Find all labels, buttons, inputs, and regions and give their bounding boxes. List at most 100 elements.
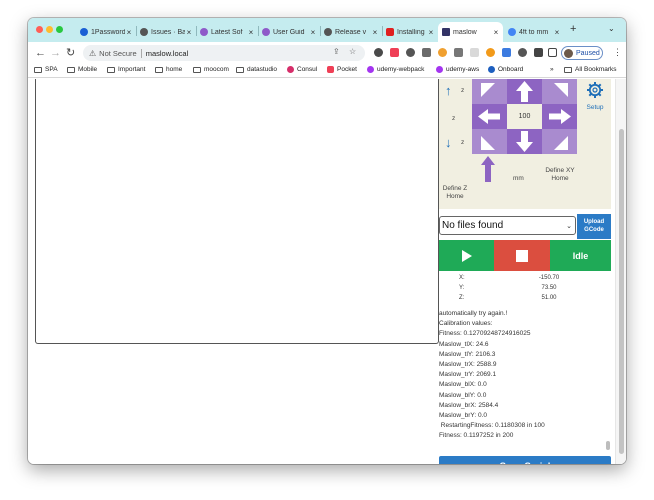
- bookmark-all-bookmarks[interactable]: All Bookmarks: [564, 66, 617, 73]
- tab-user-guide[interactable]: User Guid ×: [258, 22, 320, 42]
- extension-icon[interactable]: [502, 48, 511, 57]
- play-button[interactable]: [439, 240, 494, 271]
- puzzle-extensions-icon[interactable]: [534, 48, 543, 57]
- divider-extension-icon[interactable]: [470, 48, 479, 57]
- url-text[interactable]: maslow.local: [146, 49, 189, 58]
- jog-left-button[interactable]: [472, 104, 507, 129]
- address-bar[interactable]: ⚠ Not Secure maslow.local ⇪ ☆: [83, 45, 365, 61]
- camera-extension-icon[interactable]: [454, 48, 463, 57]
- github-extension-icon[interactable]: [518, 48, 527, 57]
- page-scrollbar[interactable]: [615, 79, 626, 464]
- serial-log[interactable]: automatically try again.! Calibration va…: [439, 309, 604, 452]
- jog-step-value[interactable]: 100: [507, 104, 542, 129]
- close-tab-icon[interactable]: ×: [309, 28, 317, 37]
- tab-maslow[interactable]: maslow ×: [438, 22, 503, 42]
- tab-installing[interactable]: Installing ×: [382, 22, 438, 42]
- log-line: Maslow_trX: 2588.9: [439, 361, 497, 369]
- folder-icon: [236, 66, 244, 73]
- z-down-arrow-icon[interactable]: ↓: [445, 135, 452, 150]
- share-icon[interactable]: ⇪: [333, 47, 340, 56]
- forward-button[interactable]: →: [50, 46, 61, 60]
- folder-icon: [67, 66, 75, 73]
- bookmark-onboard[interactable]: Onboard: [488, 66, 523, 73]
- tab-latest-software[interactable]: Latest Sof ×: [196, 22, 258, 42]
- log-scrollbar-thumb[interactable]: [606, 441, 610, 450]
- log-scrollbar[interactable]: [605, 309, 611, 452]
- tab-4ft-to-mm[interactable]: 4ft to mm ×: [504, 22, 564, 42]
- bookmark-consul[interactable]: Consul: [287, 66, 317, 73]
- jog-down-right-button[interactable]: [542, 129, 577, 154]
- bookmark-datastudio[interactable]: datastudio: [236, 66, 277, 73]
- close-tab-icon[interactable]: ×: [427, 28, 435, 37]
- close-tab-icon[interactable]: ×: [125, 28, 133, 37]
- minimize-window-button[interactable]: [46, 26, 53, 33]
- close-window-button[interactable]: [36, 26, 43, 33]
- step-up-arrow-icon[interactable]: [480, 156, 496, 182]
- extension-icon[interactable]: [486, 48, 495, 57]
- profile-button[interactable]: Paused: [561, 46, 603, 60]
- arrow-up-right-icon: [554, 83, 568, 97]
- stop-button[interactable]: [494, 240, 550, 271]
- bookmarks-overflow-chevron[interactable]: »: [550, 66, 554, 73]
- status-button[interactable]: Idle: [550, 240, 611, 271]
- tab-issues[interactable]: Issues · Ba ×: [136, 22, 196, 42]
- password-extension-icon[interactable]: [374, 48, 383, 57]
- bookmark-udemy-webpack[interactable]: udemy-webpack: [367, 66, 424, 73]
- define-xy-home-button[interactable]: Define XY Home: [540, 167, 580, 183]
- warning-icon: ⚠: [89, 48, 97, 58]
- save-serial-button[interactable]: Save Serial: [439, 456, 611, 464]
- close-tab-icon[interactable]: ×: [371, 28, 379, 37]
- close-tab-icon[interactable]: ×: [247, 28, 255, 37]
- pocket-extension-icon[interactable]: [390, 48, 399, 57]
- browser-window: 1Password × Issues · Ba × Latest Sof × U…: [28, 18, 626, 464]
- log-line: Maslow_blY: 0.0: [439, 391, 487, 399]
- page-scrollbar-thumb[interactable]: [619, 129, 624, 454]
- wordpress-extension-icon[interactable]: [406, 48, 415, 57]
- reload-button[interactable]: ↻: [66, 46, 75, 60]
- new-tab-button[interactable]: +: [570, 23, 576, 35]
- jog-right-button[interactable]: [542, 104, 577, 129]
- tab-1password[interactable]: 1Password ×: [76, 22, 136, 42]
- log-line: RestartingFitness: 0.1180308 in 100: [439, 422, 545, 430]
- bookmark-udemy-aws[interactable]: udemy-aws: [436, 66, 479, 73]
- define-z-home-button[interactable]: Define Z Home: [441, 185, 469, 201]
- cookie-extension-icon[interactable]: [438, 48, 447, 57]
- security-indicator[interactable]: Not Secure: [99, 49, 137, 58]
- jog-up-left-button[interactable]: [472, 79, 507, 104]
- bookmark-important[interactable]: Important: [107, 66, 145, 73]
- close-tab-icon[interactable]: ×: [553, 28, 561, 37]
- bookmark-pocket[interactable]: Pocket: [327, 66, 357, 73]
- upload-gcode-button[interactable]: Upload GCode: [577, 214, 611, 239]
- position-readout: X: -150.70 Y: 73.50 Z: 51.00: [439, 275, 611, 307]
- arrow-down-right-icon: [554, 136, 568, 150]
- more-menu-icon[interactable]: ⋮: [613, 47, 622, 58]
- zoom-window-button[interactable]: [56, 26, 63, 33]
- jog-down-left-button[interactable]: [472, 129, 507, 154]
- setup-button[interactable]: Setup: [581, 81, 609, 111]
- play-icon: [461, 249, 472, 262]
- bookmark-home[interactable]: home: [155, 66, 182, 73]
- close-tab-icon[interactable]: ×: [492, 28, 500, 37]
- gear-icon: [587, 82, 603, 98]
- log-line: Maslow_tlY: 2106.3: [439, 350, 496, 358]
- preview-canvas[interactable]: [35, 79, 439, 344]
- tab-release[interactable]: Release v ×: [320, 22, 382, 42]
- bookmark-moocom[interactable]: moocom: [193, 66, 229, 73]
- jog-up-button[interactable]: [507, 79, 542, 104]
- jog-up-right-button[interactable]: [542, 79, 577, 104]
- bookmark-spa[interactable]: SPA: [34, 66, 58, 73]
- jog-bottom-row: mm Define XY Home: [472, 156, 611, 209]
- bookmark-mobile[interactable]: Mobile: [67, 66, 97, 73]
- tab-search-chevron-icon[interactable]: ⌄: [608, 24, 615, 33]
- z-up-arrow-icon[interactable]: ↑: [445, 83, 452, 98]
- file-select[interactable]: No files found ⌄: [439, 216, 576, 235]
- screenshot-extension-icon[interactable]: [422, 48, 431, 57]
- jog-down-button[interactable]: [507, 129, 542, 154]
- side-panel-icon[interactable]: [548, 48, 557, 57]
- y-position-value: 73.50: [541, 285, 557, 291]
- close-tab-icon[interactable]: ×: [185, 28, 193, 37]
- file-row: No files found ⌄ Upload GCode: [439, 214, 611, 239]
- bookmark-star-icon[interactable]: ☆: [349, 47, 356, 56]
- back-button[interactable]: ←: [35, 46, 46, 60]
- maslow-icon: [442, 28, 450, 36]
